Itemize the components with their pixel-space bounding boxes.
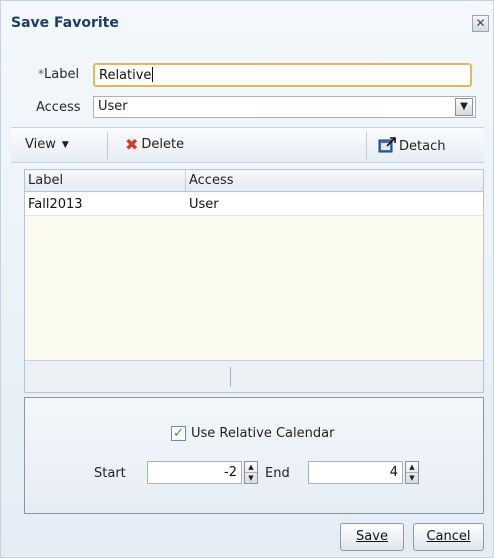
spinner-down-icon[interactable]: ▼	[406, 473, 418, 484]
start-spinner[interactable]: ▲ ▼	[244, 461, 258, 484]
access-field-label: Access	[36, 100, 81, 115]
cancel-button[interactable]: Cancel	[413, 523, 484, 551]
save-button-label: Save	[356, 529, 388, 544]
label-input-value: Relative	[99, 68, 152, 83]
chevron-down-icon[interactable]: ▼	[455, 98, 473, 116]
access-select-value: User	[98, 99, 128, 114]
detach-button[interactable]: Detach	[378, 137, 445, 154]
view-menu-label: View	[25, 137, 56, 152]
column-divider[interactable]	[185, 170, 186, 192]
delete-button[interactable]: ✖ Delete	[125, 135, 185, 154]
dropdown-arrow-icon: ▼	[61, 140, 69, 150]
start-label: Start	[94, 466, 126, 481]
detach-icon	[378, 137, 396, 153]
column-header-label[interactable]: Label	[28, 173, 63, 188]
end-spinner[interactable]: ▲ ▼	[405, 461, 419, 484]
relative-calendar-panel: ✓ Use Relative Calendar Start -2 ▲ ▼ End…	[24, 397, 484, 514]
access-select[interactable]: User ▼	[93, 96, 476, 118]
label-field-label: *Label	[38, 67, 79, 82]
spinner-down-icon[interactable]: ▼	[245, 473, 257, 484]
spinner-up-icon[interactable]: ▲	[406, 462, 418, 473]
table-row[interactable]: Fall2013 User	[25, 193, 483, 216]
favorites-table: Label Access Fall2013 User	[24, 169, 484, 393]
view-menu-button[interactable]: View ▼	[25, 137, 69, 152]
delete-x-icon: ✖	[125, 135, 139, 154]
use-relative-calendar-label[interactable]: Use Relative Calendar	[191, 426, 334, 441]
end-input[interactable]: 4	[308, 461, 403, 484]
toolbar-divider	[107, 132, 108, 160]
row-label-cell: Fall2013	[28, 197, 83, 212]
detach-label: Detach	[399, 139, 446, 154]
close-button[interactable]: ✕	[472, 15, 489, 32]
use-relative-calendar-checkbox[interactable]: ✓	[171, 426, 186, 441]
dialog-title: Save Favorite	[11, 15, 119, 31]
text-caret	[152, 67, 154, 82]
footer-divider	[230, 367, 231, 387]
column-header-access[interactable]: Access	[189, 173, 234, 188]
checkmark-icon: ✓	[173, 426, 184, 441]
cancel-button-label: Cancel	[426, 529, 471, 544]
close-icon: ✕	[475, 16, 486, 30]
table-footer	[25, 360, 483, 392]
save-favorite-dialog: Save Favorite ✕ *Label Relative Access U…	[0, 0, 494, 558]
row-access-cell: User	[189, 197, 219, 212]
toolbar-divider	[366, 132, 367, 160]
table-header: Label Access	[25, 170, 483, 192]
delete-label: Delete	[141, 137, 185, 152]
spinner-up-icon[interactable]: ▲	[245, 462, 257, 473]
end-label: End	[265, 466, 290, 481]
favorites-toolbar: View ▼ ✖ Delete Detach	[11, 127, 484, 163]
start-input[interactable]: -2	[147, 461, 242, 484]
save-button[interactable]: Save	[340, 523, 404, 551]
label-input[interactable]: Relative	[93, 63, 472, 87]
label-field-text: Label	[44, 67, 80, 82]
